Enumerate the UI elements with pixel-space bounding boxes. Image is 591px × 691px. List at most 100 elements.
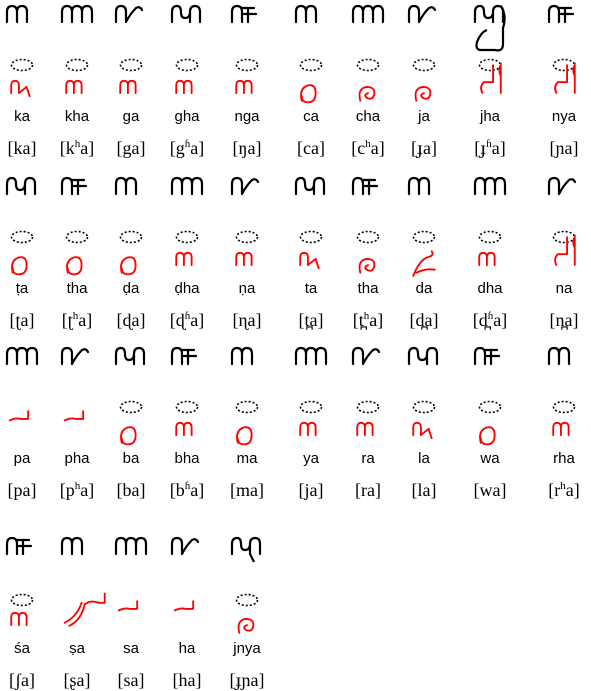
subjoined-glyph-icon	[472, 412, 508, 452]
subjoined-glyph-icon	[350, 70, 386, 110]
romanized-name: ṇa	[238, 280, 256, 297]
subjoined-glyph-icon	[4, 70, 40, 110]
romanized-name: ṣa	[69, 640, 85, 657]
subjoined-glyph-icon	[169, 242, 205, 282]
base-glyph-icon	[114, 536, 148, 558]
romanized-name: ḍha	[174, 280, 200, 297]
base-glyph-icon	[547, 176, 581, 198]
subjoined-glyph-icon	[229, 242, 265, 282]
romanized-name: wa	[480, 450, 500, 467]
romanized-name: pa	[13, 450, 31, 467]
subjoined-glyph-icon	[293, 412, 329, 452]
base-glyph-icon	[351, 176, 385, 198]
romanized-name: nga	[234, 108, 260, 125]
subjoined-glyph-icon	[59, 242, 95, 282]
base-glyph-icon	[170, 346, 204, 368]
subjoined-glyph-icon	[59, 402, 95, 442]
romanized-name: bha	[174, 450, 200, 467]
base-glyph-icon	[547, 4, 581, 26]
base-glyph-icon	[351, 4, 385, 26]
romanized-name: ja	[418, 108, 430, 125]
subjoined-glyph-icon	[350, 242, 386, 282]
romanized-name: ma	[236, 450, 258, 467]
base-glyph-icon	[351, 346, 385, 368]
romanized-name: da	[415, 280, 433, 297]
subjoined-glyph-icon	[169, 592, 205, 632]
subjoined-glyph-icon	[229, 70, 265, 110]
romanized-name: jha	[479, 108, 501, 125]
romanized-name: ka	[14, 108, 30, 125]
base-glyph-icon	[170, 176, 204, 198]
base-glyph-icon	[294, 176, 328, 198]
romanized-name: gha	[174, 108, 200, 125]
ipa-transcription: [ɟɲa]	[229, 670, 265, 690]
subjoined-glyph-icon	[546, 412, 582, 452]
romanized-name: na	[555, 280, 573, 297]
romanized-name: sa	[123, 640, 139, 657]
romanized-name: nya	[551, 108, 577, 125]
base-glyph-icon	[473, 4, 507, 54]
romanized-name: pha	[64, 450, 90, 467]
subjoined-glyph-icon	[169, 412, 205, 452]
base-glyph-icon	[407, 346, 441, 368]
subjoined-glyph-icon	[546, 56, 582, 96]
subjoined-glyph-icon	[472, 56, 508, 96]
romanized-name: ha	[178, 640, 196, 657]
base-glyph-icon	[407, 176, 441, 198]
romanized-name: kha	[64, 108, 90, 125]
base-glyph-icon	[5, 536, 39, 558]
romanized-name: la	[418, 450, 430, 467]
subjoined-glyph-icon	[4, 602, 40, 642]
romanized-name: cha	[355, 108, 381, 125]
base-glyph-icon	[547, 346, 581, 368]
base-glyph-icon	[170, 536, 204, 558]
subjoined-glyph-icon	[4, 242, 40, 282]
subjoined-glyph-icon	[293, 70, 329, 110]
base-glyph-icon	[5, 4, 39, 26]
ipa-transcription: [wa]	[473, 480, 507, 500]
romanized-name: ya	[303, 450, 319, 467]
romanized-name: rha	[553, 450, 575, 467]
ipa-transcription: [ɲa]	[549, 138, 579, 158]
consonant-chart: ka [ka] kha [kha] ga [ga] gha [gɦa] nga …	[0, 0, 591, 690]
base-glyph-icon	[5, 176, 39, 198]
base-glyph-icon	[230, 346, 264, 368]
romanized-name: tha	[357, 280, 379, 297]
romanized-name: tha	[66, 280, 88, 297]
base-glyph-icon	[294, 346, 328, 368]
ipa-transcription: [n̪a]	[549, 310, 579, 330]
base-glyph-icon	[294, 4, 328, 26]
subjoined-glyph-icon	[229, 412, 265, 452]
base-glyph-icon	[60, 176, 94, 198]
romanized-name: śa	[14, 640, 30, 657]
subjoined-glyph-icon	[546, 228, 582, 268]
subjoined-glyph-icon	[59, 70, 95, 110]
base-glyph-icon	[5, 346, 39, 368]
base-glyph-icon	[407, 4, 441, 26]
base-glyph-icon	[60, 346, 94, 368]
subjoined-glyph-icon	[113, 70, 149, 110]
ipa-transcription: [rha]	[548, 480, 580, 500]
base-glyph-icon	[230, 176, 264, 198]
base-glyph-icon	[114, 4, 148, 26]
base-glyph-icon	[114, 346, 148, 368]
base-glyph-icon	[60, 4, 94, 26]
romanized-name: ta	[304, 280, 318, 297]
romanized-name: ca	[303, 108, 319, 125]
romanized-name: dha	[477, 280, 503, 297]
subjoined-glyph-icon	[113, 242, 149, 282]
subjoined-glyph-icon	[229, 602, 265, 642]
subjoined-glyph-icon	[169, 70, 205, 110]
romanized-name: ḍa	[122, 280, 140, 297]
romanized-name: ba	[122, 450, 140, 467]
romanized-name: ga	[122, 108, 140, 125]
base-glyph-icon	[170, 4, 204, 26]
base-glyph-icon	[473, 176, 507, 198]
subjoined-glyph-icon	[59, 592, 106, 632]
base-glyph-icon	[60, 536, 94, 558]
subjoined-glyph-icon	[472, 242, 508, 282]
base-glyph-icon	[230, 4, 264, 26]
subjoined-glyph-icon	[4, 402, 40, 442]
romanized-name: ra	[361, 450, 375, 467]
base-glyph-icon	[230, 536, 264, 563]
